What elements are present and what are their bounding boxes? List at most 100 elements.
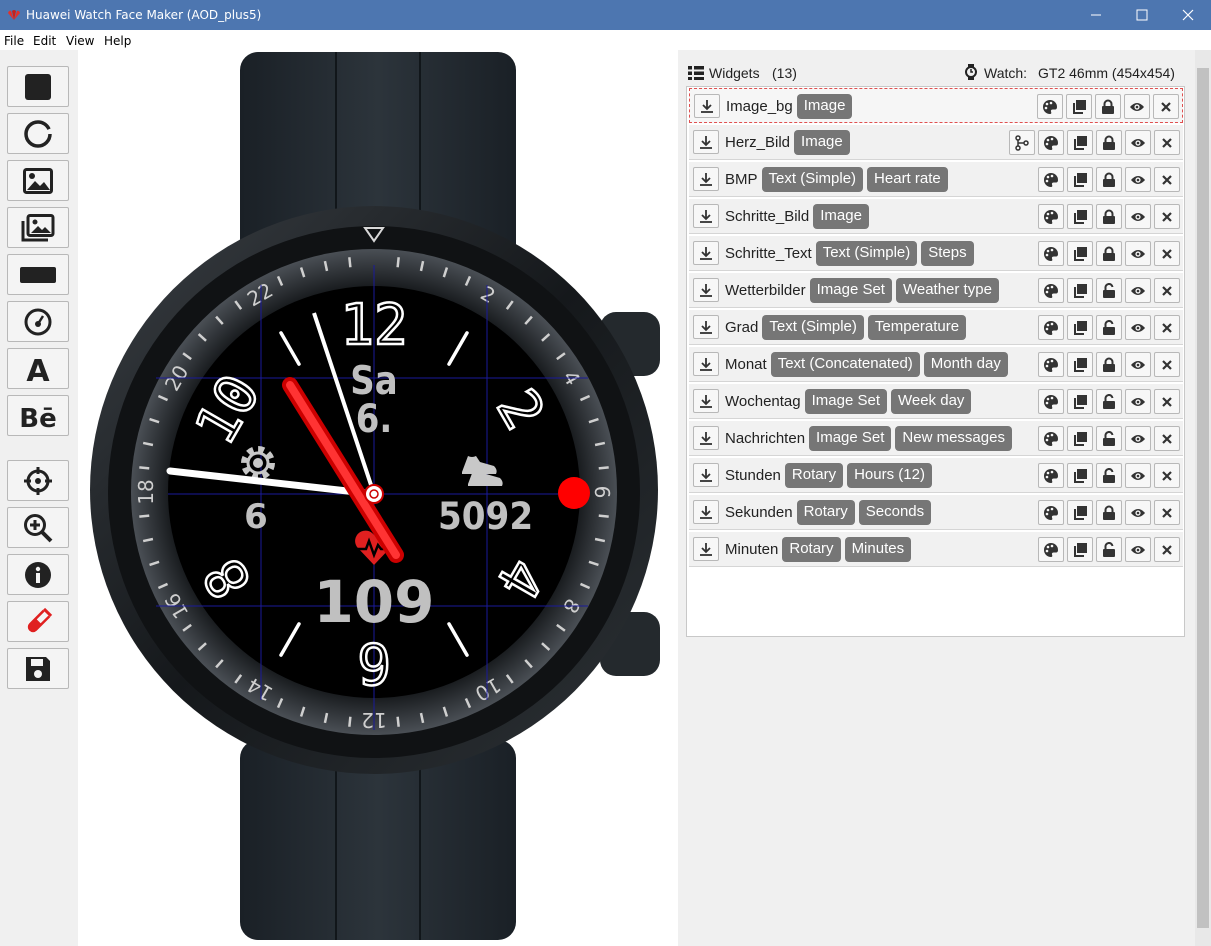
export-widget-button[interactable] [693,278,719,302]
widget-delete-button[interactable] [1154,241,1180,266]
widget-visibility-button[interactable] [1125,537,1151,562]
widget-visibility-button[interactable] [1125,278,1151,303]
export-widget-button[interactable] [693,426,719,450]
tool-gauge-button[interactable] [7,301,69,342]
export-widget-button[interactable] [693,130,719,154]
widget-duplicate-button[interactable] [1067,500,1093,525]
widget-row[interactable]: Schritte_Bild Image [689,199,1183,234]
tool-circle-button[interactable] [7,113,69,154]
widget-row[interactable]: Herz_Bild Image [689,125,1183,160]
widget-visibility-button[interactable] [1125,389,1151,414]
export-widget-button[interactable] [693,167,719,191]
minimize-button[interactable] [1073,0,1119,30]
maximize-button[interactable] [1119,0,1165,30]
widget-color-button[interactable] [1038,315,1064,340]
widget-lock-button[interactable] [1096,500,1122,525]
widget-color-button[interactable] [1038,241,1064,266]
widget-visibility-button[interactable] [1125,315,1151,340]
widget-delete-button[interactable] [1154,130,1180,155]
widget-lock-button[interactable] [1096,537,1122,562]
widget-color-button[interactable] [1038,426,1064,451]
widget-row[interactable]: Wochentag Image Set Week day [689,384,1183,419]
widget-row[interactable]: Stunden Rotary Hours (12) [689,458,1183,493]
export-widget-button[interactable] [693,204,719,228]
widget-duplicate-button[interactable] [1067,389,1093,414]
widget-color-button[interactable] [1038,204,1064,229]
tool-square-button[interactable] [7,66,69,107]
export-widget-button[interactable] [693,537,719,561]
widget-lock-button[interactable] [1095,94,1121,119]
widget-row[interactable]: Image_bg Image [689,88,1183,123]
widget-row[interactable]: Wetterbilder Image Set Weather type [689,273,1183,308]
widget-lock-button[interactable] [1096,463,1122,488]
widget-color-button[interactable] [1037,94,1063,119]
widget-color-button[interactable] [1038,537,1064,562]
tool-concat-text-button[interactable]: Bē [7,395,69,436]
widget-visibility-button[interactable] [1125,241,1151,266]
close-button[interactable] [1165,0,1211,30]
tool-center-button[interactable] [7,460,69,501]
tool-rectangle-button[interactable] [7,254,69,295]
widget-delete-button[interactable] [1154,426,1180,451]
export-widget-button[interactable] [693,315,719,339]
watch-canvas[interactable]: 2 4 6 8 10 12 14 16 18 20 22 12 2 4 6 8 10 Sa 6. 6 5092… [78,50,678,946]
widget-duplicate-button[interactable] [1067,130,1093,155]
tool-info-button[interactable] [7,554,69,595]
widget-visibility-button[interactable] [1124,94,1150,119]
widget-delete-button[interactable] [1154,389,1180,414]
widget-row[interactable]: BMP Text (Simple) Heart rate [689,162,1183,197]
widget-duplicate-button[interactable] [1067,463,1093,488]
widget-color-button[interactable] [1038,278,1064,303]
widget-row[interactable]: Nachrichten Image Set New messages [689,421,1183,456]
menu-edit[interactable]: Edit [33,34,56,48]
widget-duplicate-button[interactable] [1066,94,1092,119]
widget-delete-button[interactable] [1153,94,1179,119]
widget-delete-button[interactable] [1154,463,1180,488]
widget-color-button[interactable] [1038,352,1064,377]
widget-duplicate-button[interactable] [1067,278,1093,303]
widget-delete-button[interactable] [1154,537,1180,562]
widget-lock-button[interactable] [1096,315,1122,340]
tool-zoom-button[interactable] [7,507,69,548]
widget-link-button[interactable] [1009,130,1035,155]
tool-image-button[interactable] [7,160,69,201]
widget-color-button[interactable] [1038,167,1064,192]
export-widget-button[interactable] [693,352,719,376]
widget-visibility-button[interactable] [1125,130,1151,155]
tool-image-set-button[interactable] [7,207,69,248]
menu-file[interactable]: File [4,34,24,48]
menu-view[interactable]: View [66,34,94,48]
widget-color-button[interactable] [1038,389,1064,414]
widget-duplicate-button[interactable] [1067,241,1093,266]
widget-lock-button[interactable] [1096,426,1122,451]
widget-row[interactable]: Minuten Rotary Minutes [689,532,1183,567]
widget-delete-button[interactable] [1154,167,1180,192]
widget-row[interactable]: Sekunden Rotary Seconds [689,495,1183,530]
widget-visibility-button[interactable] [1125,500,1151,525]
widget-duplicate-button[interactable] [1067,167,1093,192]
widget-duplicate-button[interactable] [1067,315,1093,340]
widget-lock-button[interactable] [1096,278,1122,303]
widget-visibility-button[interactable] [1125,352,1151,377]
widget-color-button[interactable] [1038,463,1064,488]
widget-visibility-button[interactable] [1125,463,1151,488]
menu-help[interactable]: Help [104,34,131,48]
widget-delete-button[interactable] [1154,352,1180,377]
tool-test-button[interactable] [7,601,69,642]
export-widget-button[interactable] [694,94,720,118]
widget-lock-button[interactable] [1096,130,1122,155]
widget-lock-button[interactable] [1096,241,1122,266]
widget-duplicate-button[interactable] [1067,537,1093,562]
widget-delete-button[interactable] [1154,500,1180,525]
window-scrollbar[interactable] [1195,50,1211,946]
tool-save-button[interactable] [7,648,69,689]
widget-visibility-button[interactable] [1125,204,1151,229]
widget-lock-button[interactable] [1096,167,1122,192]
widget-delete-button[interactable] [1154,278,1180,303]
export-widget-button[interactable] [693,241,719,265]
widget-visibility-button[interactable] [1125,426,1151,451]
tool-text-button[interactable]: A [7,348,69,389]
widget-color-button[interactable] [1038,500,1064,525]
export-widget-button[interactable] [693,500,719,524]
widget-visibility-button[interactable] [1125,167,1151,192]
